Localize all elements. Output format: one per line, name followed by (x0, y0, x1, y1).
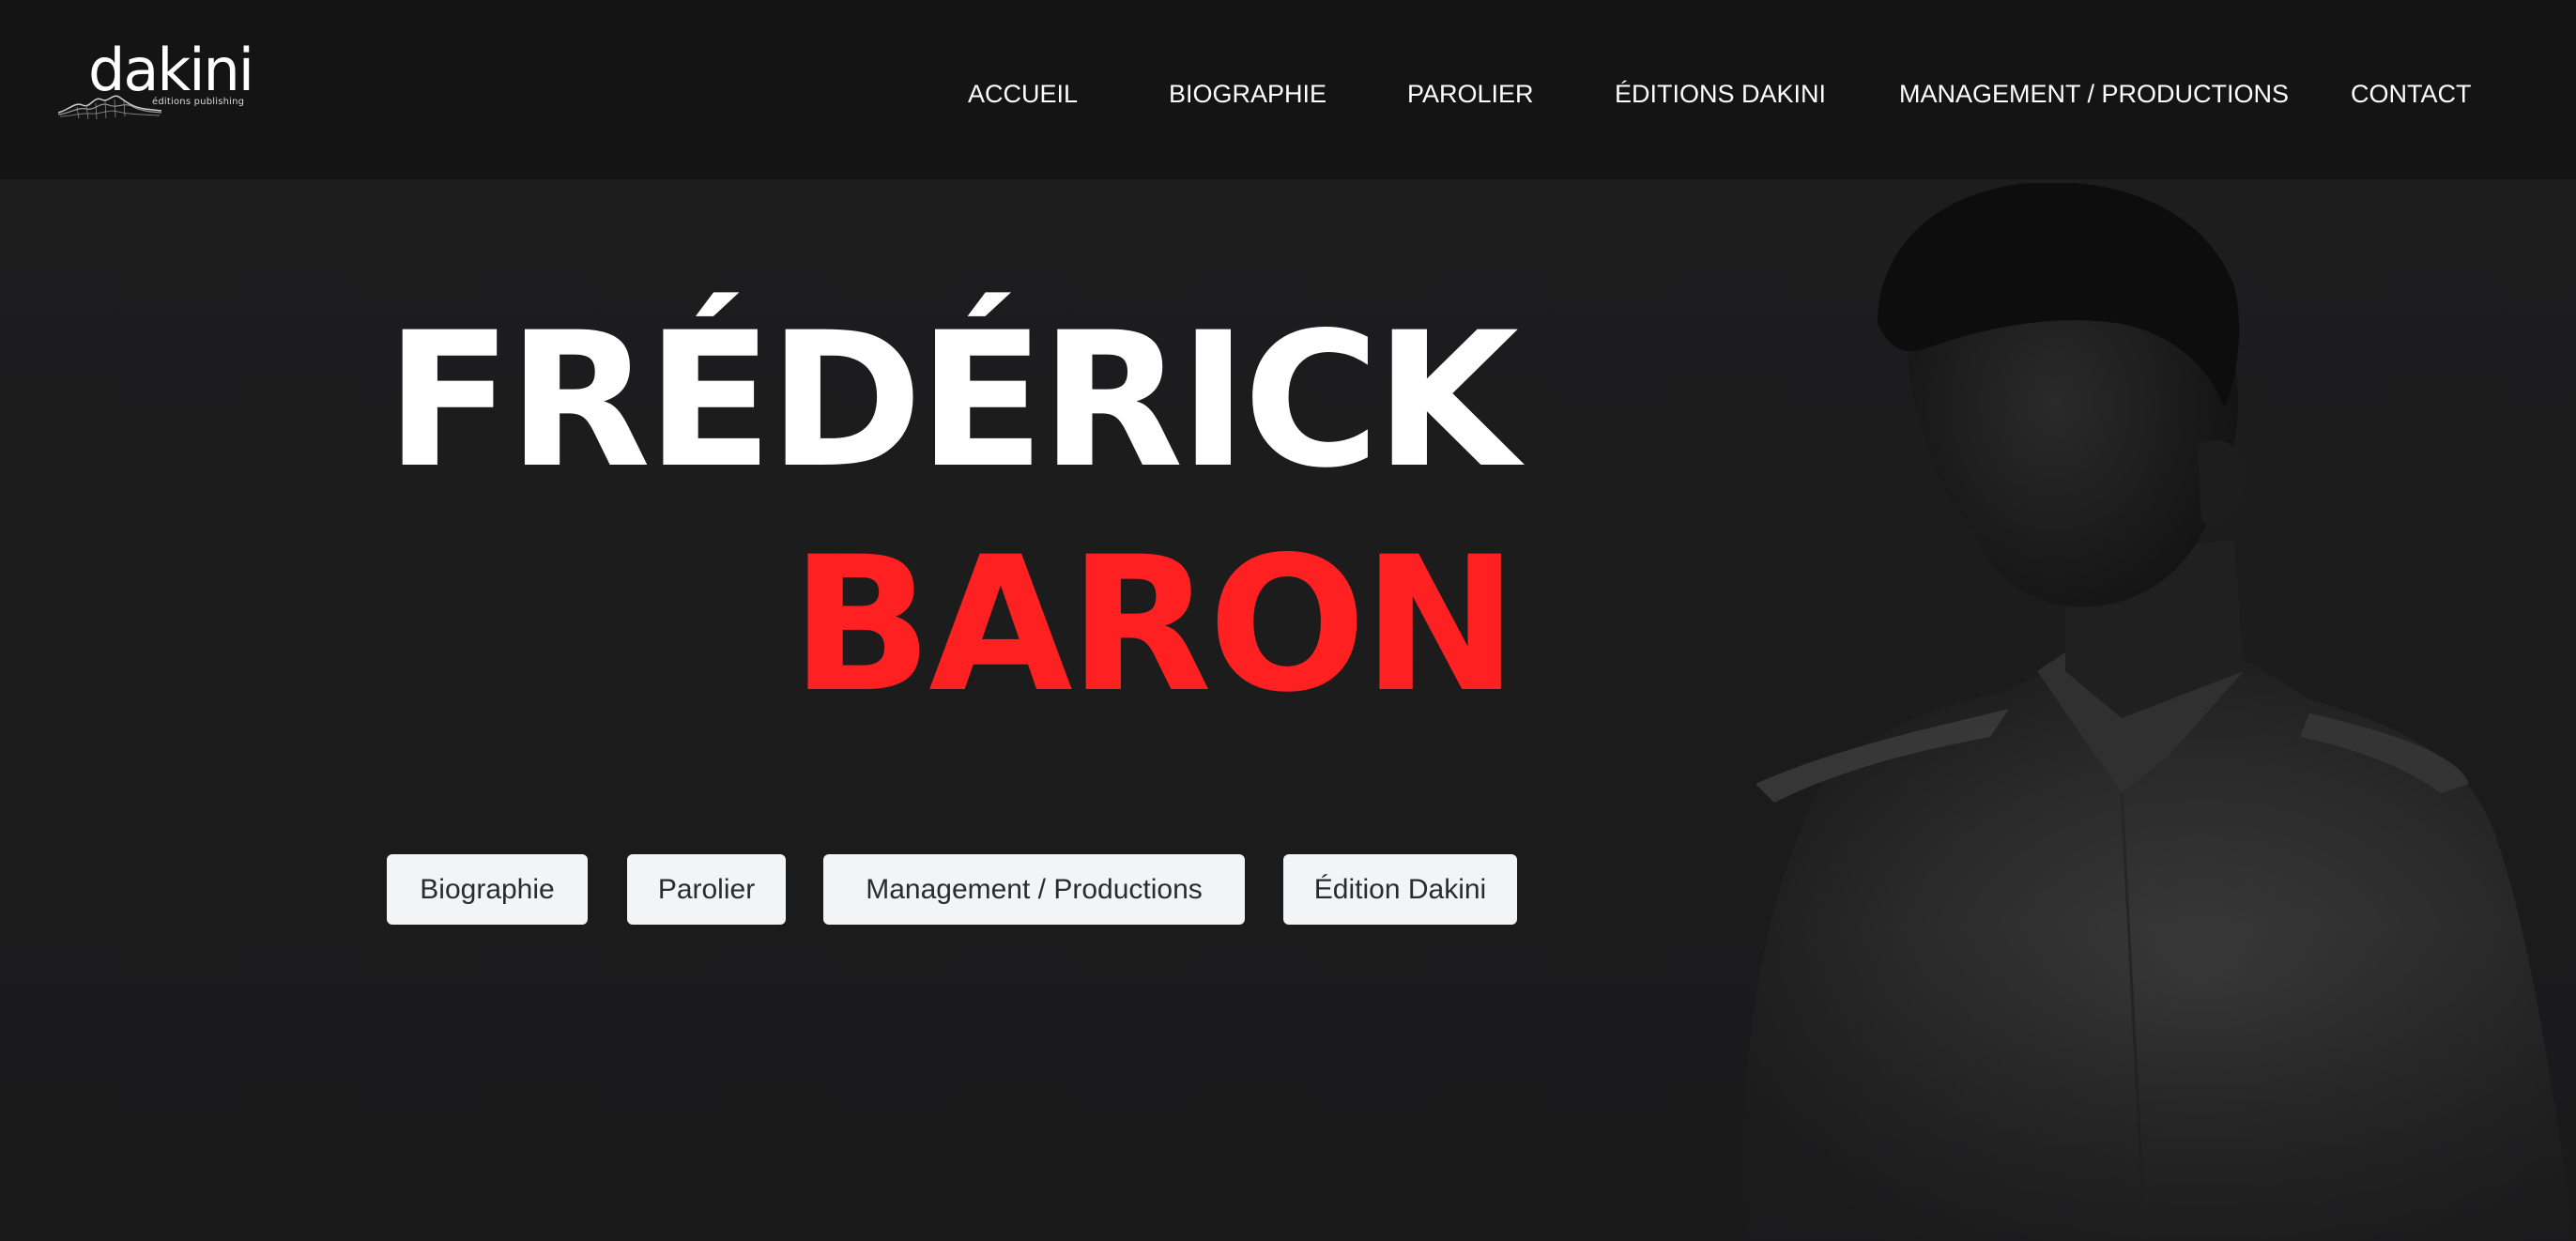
logo-tagline: éditions publishing (152, 97, 245, 107)
page: dakini éditions publishing ACCUEIL BIOGR… (0, 0, 2576, 1241)
hero-button-parolier[interactable]: Parolier (627, 854, 786, 925)
nav-accueil[interactable]: ACCUEIL (968, 77, 1078, 111)
nav-management-productions[interactable]: MANAGEMENT / PRODUCTIONS (1899, 77, 2289, 111)
hero-last-name: BARON (790, 516, 1518, 733)
nav-editions-dakini[interactable]: ÉDITIONS DAKINI (1615, 77, 1826, 111)
logo-wordmark: dakini (88, 36, 254, 104)
hero-button-biographie[interactable]: Biographie (387, 854, 588, 925)
hero-first-name: FRÉDÉRICK (385, 292, 1519, 509)
nav-parolier[interactable]: PAROLIER (1407, 77, 1534, 111)
nav-contact[interactable]: CONTACT (2351, 77, 2472, 111)
dakini-logo[interactable]: dakini éditions publishing (58, 41, 254, 126)
hero-button-edition-dakini[interactable]: Édition Dakini (1283, 854, 1517, 925)
artist-portrait (1596, 183, 2576, 1241)
site-header: dakini éditions publishing ACCUEIL BIOGR… (0, 0, 2576, 179)
hero-button-management-productions[interactable]: Management / Productions (823, 854, 1245, 925)
nav-biographie[interactable]: BIOGRAPHIE (1169, 77, 1326, 111)
